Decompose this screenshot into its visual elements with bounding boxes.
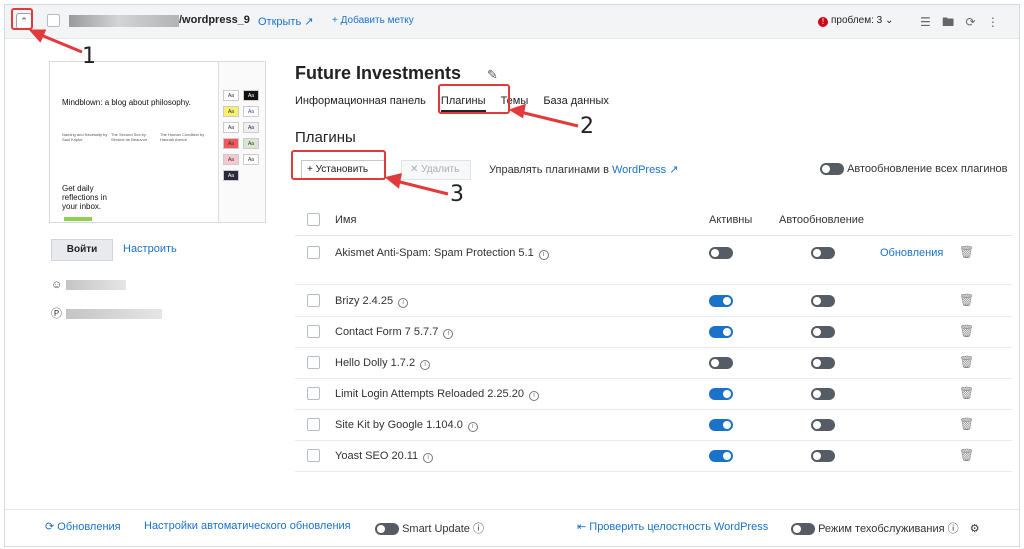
callout-number: 3 [450, 182, 464, 207]
annotation-arrows [28, 29, 579, 196]
callout-number: 1 [82, 44, 96, 69]
callout-number: 2 [580, 114, 594, 139]
